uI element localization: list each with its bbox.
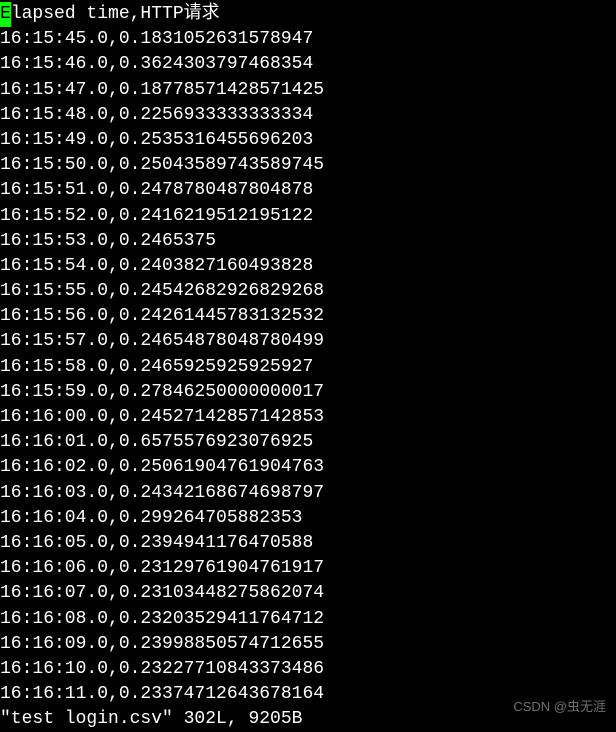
data-row: 16:15:59.0,0.27846250000000017 bbox=[0, 380, 616, 405]
data-row: 16:15:54.0,0.2403827160493828 bbox=[0, 254, 616, 279]
data-row: 16:15:50.0,0.25043589743589745 bbox=[0, 153, 616, 178]
data-row: 16:16:02.0,0.25061904761904763 bbox=[0, 455, 616, 480]
data-row: 16:15:57.0,0.24654878048780499 bbox=[0, 329, 616, 354]
header-line: Elapsed time,HTTP请求 bbox=[0, 2, 616, 27]
data-row: 16:16:11.0,0.23374712643678164 bbox=[0, 682, 616, 707]
data-row: 16:15:56.0,0.24261445783132532 bbox=[0, 304, 616, 329]
data-row: 16:15:55.0,0.24542682926829268 bbox=[0, 279, 616, 304]
header-text: lapsed time,HTTP请求 bbox=[11, 4, 220, 24]
data-row: 16:15:47.0,0.18778571428571425 bbox=[0, 78, 616, 103]
data-row: 16:16:10.0,0.23227710843373486 bbox=[0, 657, 616, 682]
data-row: 16:16:03.0,0.24342168674698797 bbox=[0, 481, 616, 506]
data-row: 16:16:00.0,0.24527142857142853 bbox=[0, 405, 616, 430]
data-row: 16:15:49.0,0.2535316455696203 bbox=[0, 128, 616, 153]
data-row: 16:15:51.0,0.2478780487804878 bbox=[0, 178, 616, 203]
data-row: 16:15:45.0,0.1831052631578947 bbox=[0, 27, 616, 52]
cursor-block: E bbox=[0, 2, 11, 27]
data-row: 16:16:05.0,0.2394941176470588 bbox=[0, 531, 616, 556]
data-row: 16:16:04.0,0.299264705882353 bbox=[0, 506, 616, 531]
data-row: 16:15:46.0,0.3624303797468354 bbox=[0, 52, 616, 77]
data-rows: 16:15:45.0,0.183105263157894716:15:46.0,… bbox=[0, 27, 616, 707]
status-line: "test login.csv" 302L, 9205B bbox=[0, 707, 616, 732]
data-row: 16:16:08.0,0.23203529411764712 bbox=[0, 607, 616, 632]
data-row: 16:16:01.0,0.6575576923076925 bbox=[0, 430, 616, 455]
data-row: 16:15:58.0,0.2465925925925927 bbox=[0, 355, 616, 380]
data-row: 16:16:09.0,0.23998850574712655 bbox=[0, 632, 616, 657]
data-row: 16:15:48.0,0.2256933333333334 bbox=[0, 103, 616, 128]
data-row: 16:15:52.0,0.2416219512195122 bbox=[0, 204, 616, 229]
data-row: 16:15:53.0,0.2465375 bbox=[0, 229, 616, 254]
data-row: 16:16:06.0,0.23129761904761917 bbox=[0, 556, 616, 581]
data-row: 16:16:07.0,0.23103448275862074 bbox=[0, 581, 616, 606]
